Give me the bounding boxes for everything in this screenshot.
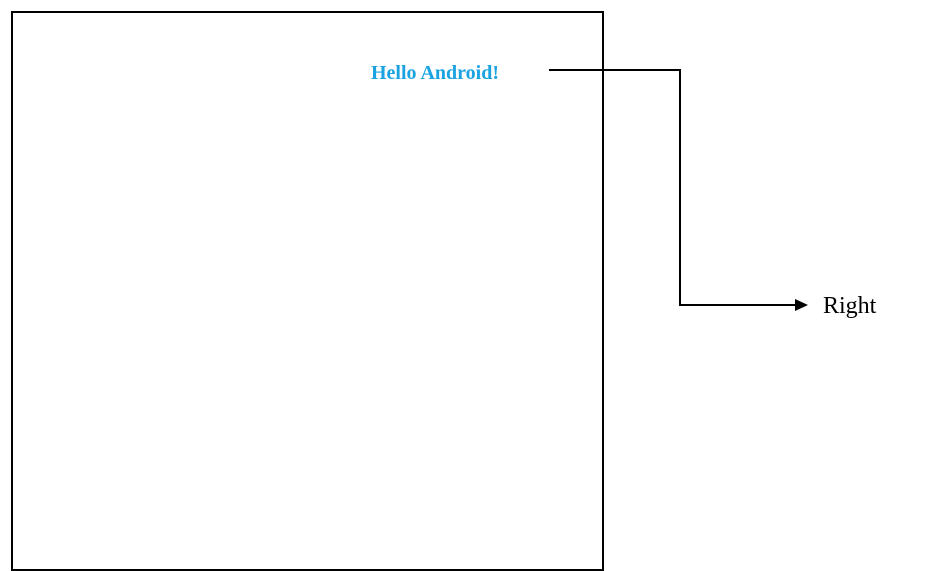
gravity-right-label: Right	[823, 293, 877, 319]
annotation-connector-arrow	[549, 69, 808, 311]
arrow-head-icon	[795, 299, 808, 311]
connector-line	[549, 69, 795, 306]
